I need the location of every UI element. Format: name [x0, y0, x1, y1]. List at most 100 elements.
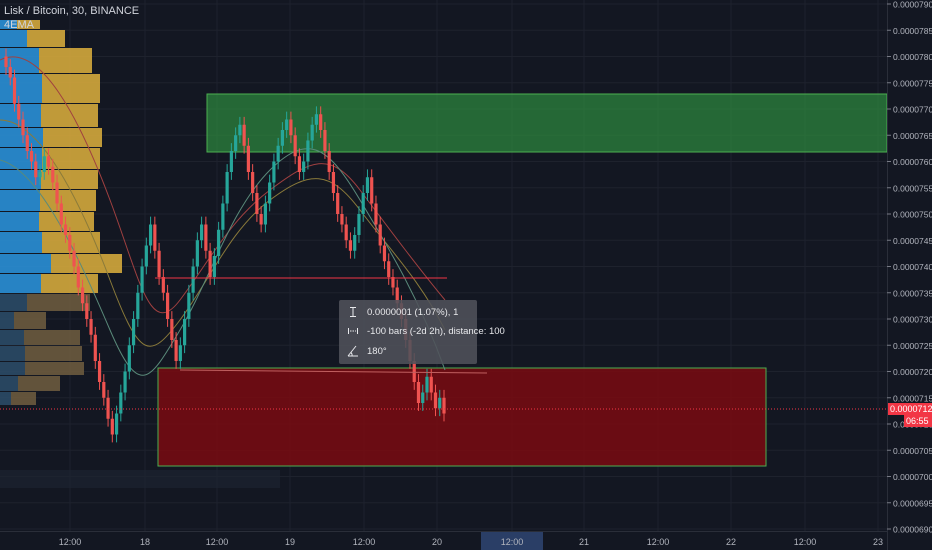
symbol-title[interactable]: Lisk / Bitcoin, 30, BINANCE	[4, 4, 139, 18]
price-tick-label: 0.0000695	[893, 498, 932, 508]
price-range-icon	[347, 306, 359, 318]
time-tick-label: 18	[140, 537, 150, 547]
profile-bar-down	[11, 392, 36, 405]
profile-bar-up	[0, 362, 25, 375]
candle-body	[25, 135, 29, 151]
time-tick-label: 12:00	[794, 537, 817, 547]
profile-bar-down	[42, 74, 100, 103]
time-tick-label: 12:00	[59, 537, 82, 547]
price-tick-label: 0.0000740	[893, 262, 932, 272]
profile-bar-up	[0, 30, 27, 47]
candle-body	[157, 250, 161, 277]
support-zone	[157, 367, 767, 467]
candle-body	[80, 287, 85, 304]
candle-body	[416, 382, 421, 403]
profile-bar-up	[0, 274, 41, 293]
price-tick-label: 0.0000715	[893, 393, 932, 403]
candle-body	[225, 172, 229, 204]
profile-bar-up	[0, 392, 11, 405]
candle-body	[165, 292, 170, 319]
tt-bars-text: -100 bars (-2d 2h), distance: 100	[367, 325, 505, 337]
profile-bar-up	[0, 294, 27, 311]
candle-body	[136, 292, 140, 319]
candle-body	[195, 240, 199, 267]
candle-body	[153, 224, 157, 251]
candle-body	[59, 203, 63, 225]
time-tick-label: 12:00	[501, 537, 524, 547]
candle-body	[340, 214, 344, 225]
time-tick-label: 21	[579, 537, 589, 547]
candle-body	[246, 145, 250, 172]
profile-bar-up	[0, 190, 40, 211]
candle-body	[204, 224, 208, 251]
price-tick-label: 0.0000745	[893, 236, 932, 246]
price-tick-label: 0.0000725	[893, 341, 932, 351]
candle-body	[85, 303, 89, 319]
candle-body	[255, 193, 259, 214]
candle-body	[144, 245, 148, 267]
candle-body	[293, 135, 297, 157]
candle-body	[46, 156, 51, 167]
price-tick-label: 0.0000780	[893, 52, 932, 62]
last-price-label: 0.0000712	[888, 403, 932, 415]
candle-body	[148, 224, 153, 246]
price-axis[interactable]: 0.0000790 0.0000785 0.0000780 0.0000775 0.00…	[887, 0, 932, 535]
profile-bar-down	[27, 30, 65, 47]
profile-bar-down	[43, 128, 102, 147]
time-tick-label: 12:00	[353, 537, 376, 547]
candle-body	[110, 418, 114, 435]
candle-body	[353, 235, 357, 251]
profile-bar-down	[18, 376, 60, 391]
candle-body	[131, 319, 136, 346]
candle-body	[319, 114, 323, 130]
profile-bar-up	[0, 74, 42, 103]
candle-body	[357, 214, 361, 235]
price-tick-label: 0.0000700	[893, 472, 932, 482]
profile-bar-down	[27, 294, 90, 311]
candle-body	[123, 371, 127, 393]
candle-body	[4, 56, 8, 67]
candle-body	[285, 119, 289, 130]
profile-bar-down	[41, 170, 98, 189]
candle-body	[442, 397, 446, 414]
profile-bar-up	[0, 330, 24, 345]
candle-body	[208, 250, 212, 277]
profile-bar-down	[25, 362, 84, 375]
candle-body	[12, 77, 17, 104]
candle-body	[327, 151, 331, 172]
candle-body	[229, 151, 233, 172]
candle-body	[391, 277, 395, 288]
candle-body	[412, 361, 416, 382]
candle-body	[361, 193, 365, 214]
candle-body	[55, 182, 59, 204]
candle-body	[310, 124, 314, 141]
bars-range-icon	[347, 325, 359, 337]
candle-body	[21, 119, 25, 136]
time-tick-label: 12:00	[206, 537, 229, 547]
candle-body	[191, 266, 195, 293]
candle-body	[272, 161, 276, 183]
profile-bar-up	[0, 346, 25, 361]
candle-body	[34, 161, 38, 178]
candle-body	[263, 203, 267, 225]
profile-bar-down	[14, 312, 46, 329]
candle-body	[72, 250, 76, 267]
angle-icon	[347, 345, 359, 357]
candlestick-chart[interactable]: 0.0000790 0.0000785 0.0000780 0.0000775 0.00…	[0, 0, 932, 550]
tt-price-text: 0.0000001 (1.07%), 1	[367, 306, 459, 318]
indicator-label[interactable]: 4EMA	[4, 18, 139, 32]
time-tick-label: 19	[285, 537, 295, 547]
candle-body	[259, 214, 263, 225]
candle-body	[119, 392, 123, 414]
candle-body	[297, 156, 302, 172]
candle-body	[276, 145, 280, 162]
price-tick-label: 0.0000730	[893, 315, 932, 325]
candle-body	[378, 224, 382, 246]
tt-price-row: 0.0000001 (1.07%), 1	[347, 305, 458, 319]
price-tick-label: 0.0000750	[893, 210, 932, 220]
candle-body	[438, 397, 442, 409]
profile-bar-up	[0, 312, 14, 329]
candle-body	[114, 413, 119, 435]
time-tick-label: 22	[726, 537, 736, 547]
bar-countdown: 06:55	[904, 415, 932, 427]
